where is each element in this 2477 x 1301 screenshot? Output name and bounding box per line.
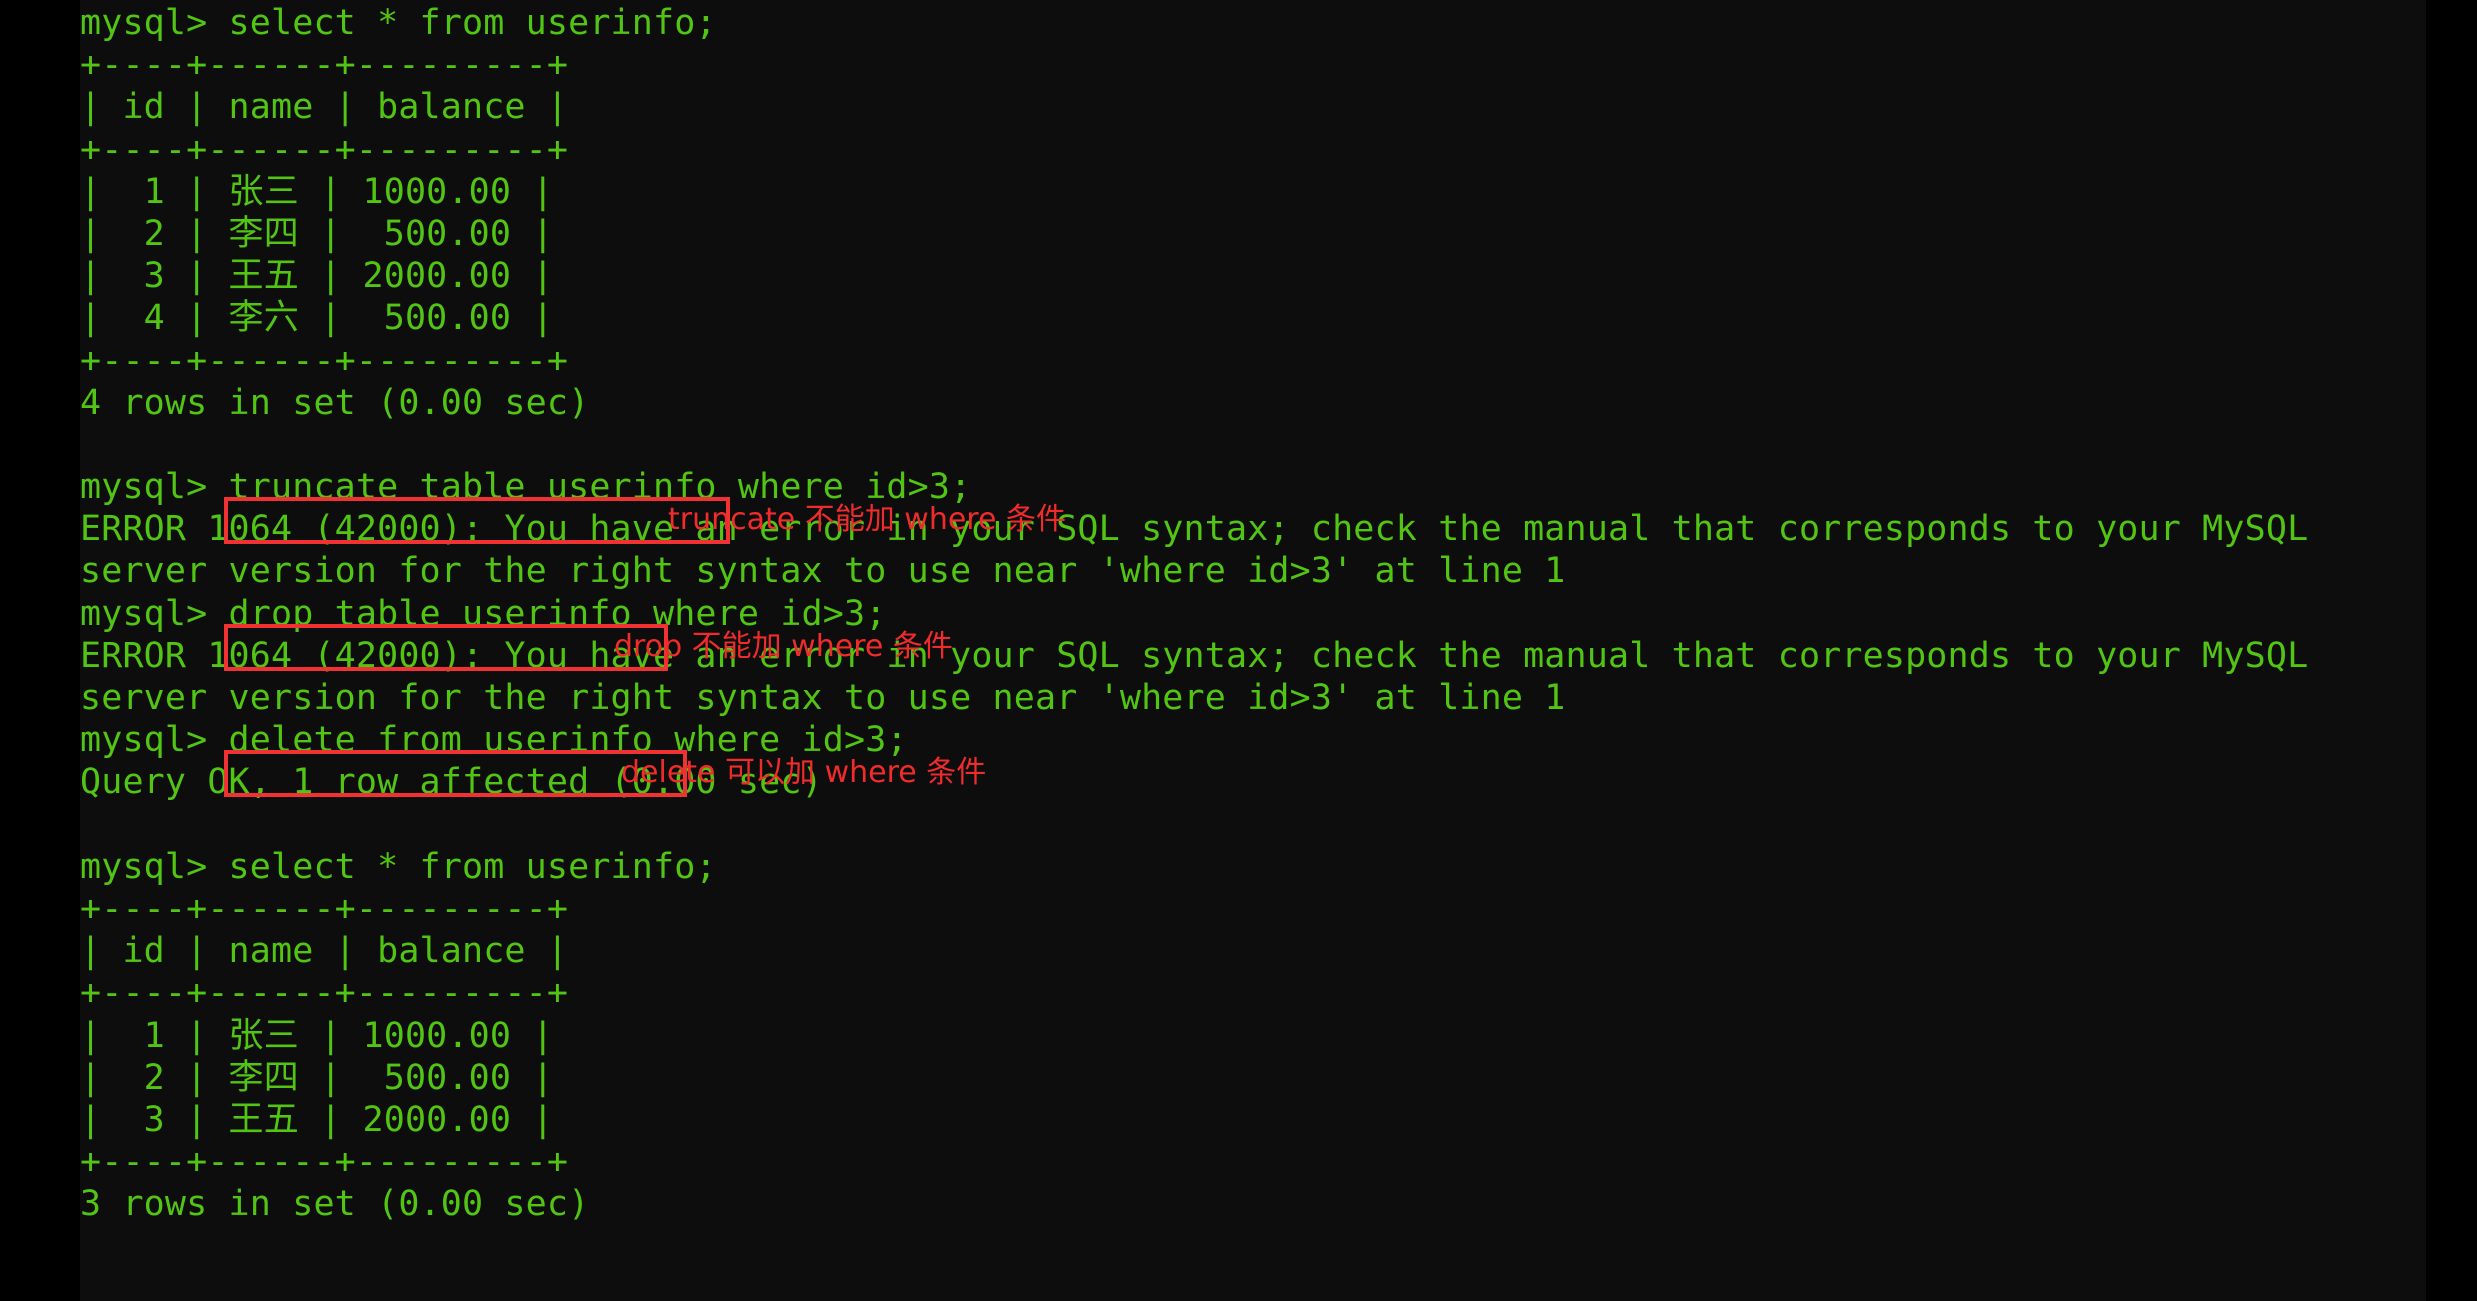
terminal-line-table-border: +----+------+---------+ (80, 129, 569, 170)
error-message-line: ERROR 1064 (42000): You have an error in… (80, 635, 2309, 676)
error-message-line: server version for the right syntax to u… (80, 678, 1566, 718)
query-ok-status: Query OK, 1 row affected (0.00 sec) (80, 762, 823, 803)
error-message-line: server version for the right syntax to u… (80, 551, 1566, 592)
screenshot-root: mysql> select * from userinfo; +----+---… (0, 0, 2477, 1301)
annotation-drop: drop 不能加 where 条件 (614, 629, 953, 664)
terminal-line-table-border: +----+------+---------+ (80, 973, 569, 1014)
terminal-line-prompt-select-1: mysql> select * from userinfo; (80, 3, 717, 43)
terminal-line-table-header: | id | name | balance | (80, 87, 569, 128)
table-row: | 4 | 李六 | 500.00 | (80, 298, 554, 339)
terminal-line-table-border: +----+------+---------+ (80, 1142, 569, 1183)
command-drop: mysql> drop table userinfo where id>3; (80, 593, 887, 634)
terminal-output: mysql> select * from userinfo; +----+---… (80, 0, 2426, 1225)
terminal-line-prompt-select-2: mysql> select * from userinfo; (80, 846, 717, 887)
table-row: | 1 | 张三 | 1000.00 | (80, 171, 554, 212)
table-row: | 2 | 李四 | 500.00 | (80, 1057, 554, 1098)
row-count-status: 3 rows in set (0.00 sec) (80, 1184, 590, 1225)
terminal-line-table-border: +----+------+---------+ (80, 340, 569, 381)
error-message-line: ERROR 1064 (42000): You have an error in… (80, 509, 2309, 550)
table-row: | 1 | 张三 | 1000.00 | (80, 1015, 554, 1056)
annotation-truncate: truncate 不能加 where 条件 (668, 502, 1066, 537)
command-delete: mysql> delete from userinfo where id>3; (80, 720, 908, 761)
terminal-line-table-header: | id | name | balance | (80, 931, 569, 972)
command-truncate: mysql> truncate table userinfo where id>… (80, 467, 972, 508)
terminal-window[interactable]: mysql> select * from userinfo; +----+---… (80, 0, 2426, 1301)
annotation-delete: delete 可以加 where 条件 (621, 755, 987, 790)
row-count-status: 4 rows in set (0.00 sec) (80, 382, 590, 423)
terminal-line-table-border: +----+------+---------+ (80, 45, 569, 86)
table-row: | 3 | 王五 | 2000.00 | (80, 256, 554, 297)
table-row: | 3 | 王五 | 2000.00 | (80, 1099, 554, 1140)
table-row: | 2 | 李四 | 500.00 | (80, 213, 554, 254)
terminal-line-table-border: +----+------+---------+ (80, 888, 569, 929)
